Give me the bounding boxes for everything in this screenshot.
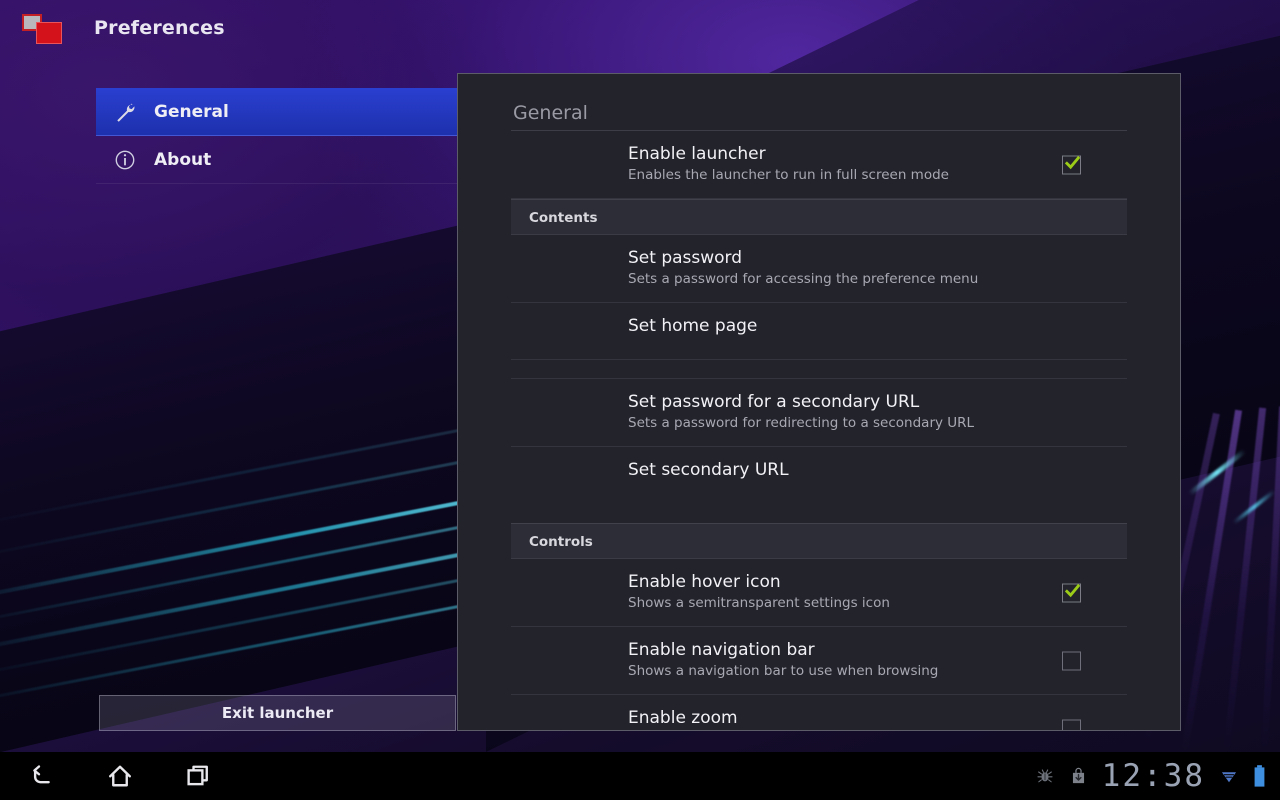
exit-launcher-button[interactable]: Exit launcher (99, 695, 456, 731)
pref-row-enable-hover-icon[interactable]: Enable hover icon Shows a semitransparen… (511, 559, 1127, 627)
pref-row-enable-launcher[interactable]: Enable launcher Enables the launcher to … (511, 131, 1127, 199)
list-gap (511, 504, 1127, 523)
app-header: Preferences (0, 0, 1280, 56)
dialog-header: General (458, 74, 1180, 130)
exit-launcher-label: Exit launcher (222, 704, 333, 722)
home-icon[interactable] (100, 756, 140, 796)
list-gap (511, 360, 1127, 379)
section-title: Controls (529, 534, 593, 550)
pref-title: Enable launcher (628, 143, 1057, 165)
status-clock: 12:38 (1102, 758, 1205, 794)
pref-title: Enable zoom (628, 707, 1057, 729)
navigation-keys (22, 756, 218, 796)
pref-summary: Enables the launcher to run in full scre… (628, 166, 1057, 185)
section-title: Contents (529, 210, 598, 226)
pref-row-set-home-page[interactable]: Set home page (511, 303, 1127, 360)
bug-icon[interactable] (1035, 766, 1055, 786)
preferences-dialog: General Enable launcher Enables the laun… (457, 73, 1181, 731)
page-title: Preferences (94, 17, 225, 39)
checkbox-enable-zoom[interactable] (1062, 719, 1081, 731)
pref-summary: Shows a navigation bar to use when brows… (628, 662, 1057, 681)
wifi-icon[interactable] (1219, 766, 1239, 786)
preferences-list: Enable launcher Enables the launcher to … (458, 131, 1180, 731)
status-icons: 12:38 (1035, 758, 1266, 794)
system-navigation-bar: 12:38 (0, 752, 1280, 800)
recents-icon[interactable] (178, 756, 218, 796)
section-header-contents: Contents (511, 199, 1127, 235)
pref-summary: Shows a semitransparent settings icon (628, 594, 1057, 613)
checkbox-enable-launcher[interactable] (1062, 155, 1081, 174)
pref-title: Set password for a secondary URL (628, 391, 1057, 413)
info-circle-icon (110, 145, 140, 175)
pref-row-set-password[interactable]: Set password Sets a password for accessi… (511, 235, 1127, 303)
check-mark-icon (1065, 583, 1080, 598)
pref-row-enable-zoom[interactable]: Enable zoom Enables page zooming (511, 695, 1127, 731)
pref-summary: Sets a password for accessing the prefer… (628, 270, 1057, 289)
pref-title: Set home page (628, 315, 1057, 337)
pref-title: Enable navigation bar (628, 639, 1057, 661)
pref-summary: Sets a password for redirecting to a sec… (628, 414, 1057, 433)
pref-title: Enable hover icon (628, 571, 1057, 593)
pref-row-set-secondary-url[interactable]: Set secondary URL (511, 447, 1127, 504)
app-logo-icon (22, 12, 62, 44)
sidebar-item-label: About (154, 150, 211, 170)
checkbox-enable-hover-icon[interactable] (1062, 583, 1081, 602)
pref-title: Set secondary URL (628, 459, 1057, 481)
sidebar-item-label: General (154, 102, 229, 122)
pref-row-set-password-secondary-url[interactable]: Set password for a secondary URL Sets a … (511, 379, 1127, 447)
checkbox-enable-navigation-bar[interactable] (1062, 651, 1081, 670)
pref-title: Set password (628, 247, 1057, 269)
back-icon[interactable] (22, 756, 62, 796)
section-header-controls: Controls (511, 523, 1127, 559)
android-screen: Preferences General About Exit la (0, 0, 1280, 800)
logo-square-red (36, 22, 62, 44)
dialog-title: General (513, 102, 588, 124)
wrench-icon (110, 97, 140, 127)
check-mark-icon (1065, 155, 1080, 170)
download-icon[interactable] (1069, 766, 1088, 786)
battery-icon[interactable] (1253, 764, 1266, 788)
pref-row-enable-navigation-bar[interactable]: Enable navigation bar Shows a navigation… (511, 627, 1127, 695)
pref-summary: Enables page zooming (628, 730, 1057, 731)
